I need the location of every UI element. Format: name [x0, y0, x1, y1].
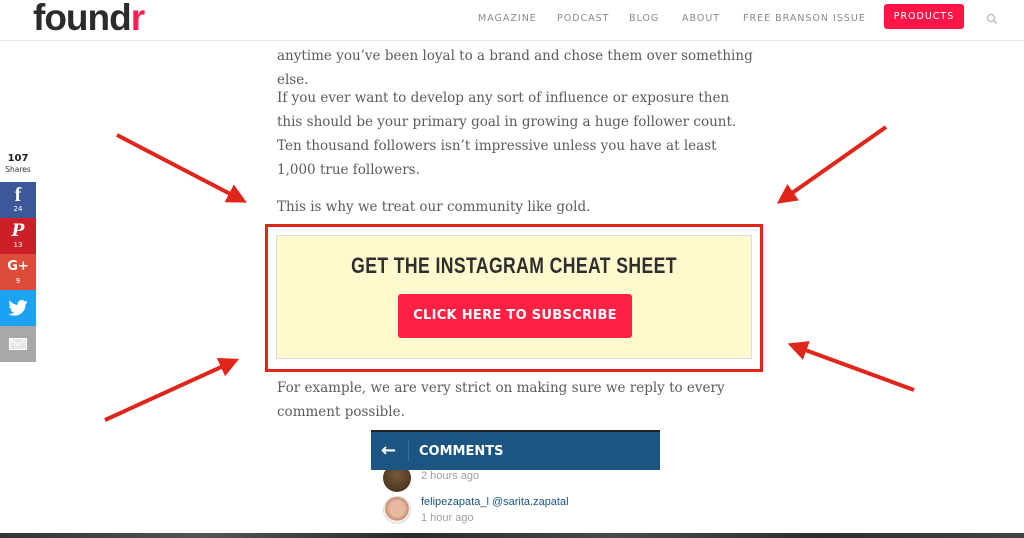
site-header: foundr MAGAZINE PODCAST BLOG ABOUT FREE …: [0, 0, 1024, 41]
comments-title: COMMENTS: [419, 444, 504, 459]
foundr-logo[interactable]: foundr: [33, 0, 145, 39]
logo-accent: r: [130, 0, 145, 38]
envelope-icon: [9, 338, 27, 350]
cta-title: GET THE INSTAGRAM CHEAT SHEET: [351, 253, 677, 278]
article-paragraph: This is why we treat our community like …: [277, 199, 591, 215]
article-paragraph: anytime you’ve been loyal to a brand and…: [277, 48, 753, 88]
bottom-image-strip: [0, 533, 1024, 538]
comment-user: felipezapata_l @sarita.zapatal: [421, 496, 569, 508]
share-email-button[interactable]: [0, 326, 36, 362]
arrow-top-left: [116, 133, 247, 203]
share-facebook-button[interactable]: f 24: [0, 182, 36, 218]
share-twitter-button[interactable]: [0, 290, 36, 326]
comment-mention: @sarita.zapatal: [491, 496, 569, 508]
avatar: [383, 496, 411, 524]
subscribe-button[interactable]: CLICK HERE TO SUBSCRIBE: [398, 294, 632, 338]
share-google-plus-button[interactable]: G+ 9: [0, 254, 36, 290]
article-paragraph: For example, we are very strict on makin…: [277, 380, 725, 420]
logo-text: found: [33, 0, 132, 38]
search-icon[interactable]: [986, 13, 998, 25]
instagram-comments-header: ← COMMENTS: [371, 432, 660, 470]
google-plus-count: 9: [15, 277, 21, 285]
facebook-icon: f: [14, 184, 22, 206]
comment-time: 1 hour ago: [421, 512, 474, 524]
arrow-bottom-left: [104, 358, 240, 422]
article-paragraph: If you ever want to develop any sort of …: [277, 90, 737, 178]
share-pinterest-button[interactable]: P 13: [0, 218, 36, 254]
share-count: 107 Shares: [0, 153, 36, 175]
products-button[interactable]: PRODUCTS: [884, 4, 964, 29]
comment-time: 2 hours ago: [421, 470, 480, 482]
nav-magazine[interactable]: MAGAZINE: [478, 13, 537, 24]
share-total: 107: [7, 153, 29, 164]
header-divider: [408, 440, 409, 462]
nav-podcast[interactable]: PODCAST: [557, 13, 610, 24]
pinterest-icon: P: [11, 221, 25, 241]
arrow-bottom-right: [787, 341, 915, 392]
facebook-count: 24: [13, 205, 23, 213]
nav-free-branson-issue[interactable]: FREE BRANSON ISSUE: [743, 13, 866, 24]
nav-blog[interactable]: BLOG: [629, 13, 659, 24]
arrow-left-icon: ←: [381, 440, 397, 461]
share-total-label: Shares: [5, 165, 31, 174]
twitter-bird-icon: [8, 300, 28, 316]
comment-username: felipezapata_l: [421, 496, 489, 508]
google-plus-icon: G+: [7, 259, 29, 274]
nav-about[interactable]: ABOUT: [682, 13, 720, 24]
cta-box: GET THE INSTAGRAM CHEAT SHEET CLICK HERE…: [276, 235, 752, 359]
pinterest-count: 13: [13, 241, 23, 249]
arrow-top-right: [776, 125, 888, 204]
